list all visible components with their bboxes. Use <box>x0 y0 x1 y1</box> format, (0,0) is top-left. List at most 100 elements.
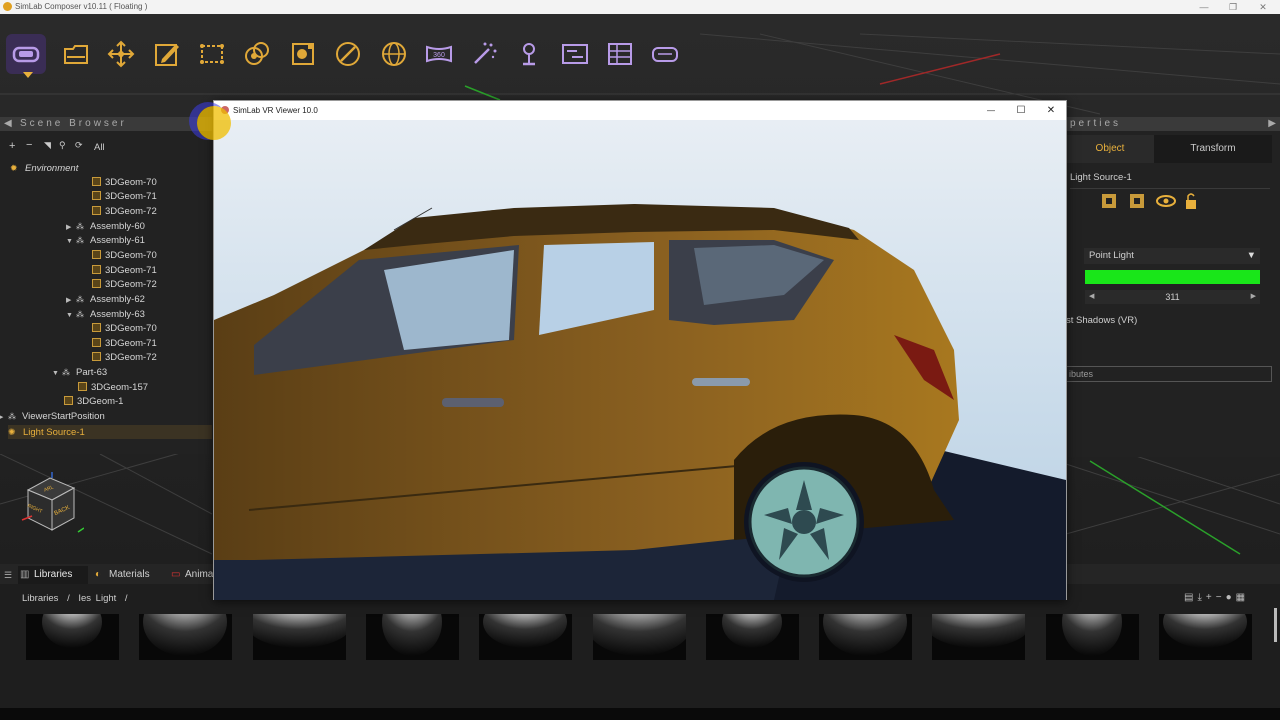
tab-libraries[interactable]: ▥ Libraries <box>18 566 88 584</box>
increase-arrow-icon[interactable]: ▶ <box>1251 290 1256 304</box>
tree-item[interactable]: ▶ ⁂ Assembly-62 <box>66 293 145 307</box>
breadcrumb-libraries[interactable]: Libraries <box>22 593 58 604</box>
intensity-value: 311 <box>1165 292 1180 302</box>
ies-light-thumbnail[interactable] <box>252 614 346 660</box>
maximize-button[interactable]: ❐ <box>1219 0 1247 14</box>
tree-item[interactable]: ▶ ⁂ ViewerStartPosition <box>0 410 105 424</box>
collapse-right-icon[interactable]: ▶ <box>1268 117 1276 131</box>
texture-button[interactable] <box>283 34 323 74</box>
collapse-left-icon[interactable]: ◀ <box>4 117 12 131</box>
timeline-button[interactable] <box>555 34 595 74</box>
expand-arrow-icon[interactable]: ▶ <box>0 411 8 425</box>
collapse-arrow-icon[interactable]: ▼ <box>66 235 76 249</box>
open-button[interactable] <box>56 34 96 74</box>
attributes-field[interactable]: ibutes <box>1066 366 1272 382</box>
tab-transform[interactable]: Transform <box>1154 135 1272 163</box>
tree-item[interactable]: 3DGeom-72 <box>92 278 157 292</box>
expand-arrow-icon[interactable]: ▶ <box>66 221 76 235</box>
library-scrollbar[interactable] <box>1274 608 1277 642</box>
ies-light-thumbnail[interactable] <box>479 614 573 660</box>
minimize-button[interactable]: — <box>1190 0 1218 14</box>
tree-item[interactable]: 3DGeom-70 <box>92 322 157 336</box>
ies-light-thumbnail[interactable] <box>365 614 459 660</box>
measure-button[interactable] <box>328 34 368 74</box>
download-icon[interactable]: ⤓ <box>1197 592 1205 603</box>
globe-button[interactable] <box>374 34 414 74</box>
tree-item-selected[interactable]: ✺ Light Source-1 <box>8 424 212 439</box>
tree-item[interactable]: ✹ Environment <box>10 161 78 175</box>
ies-light-thumbnail[interactable] <box>139 614 233 660</box>
tree-item[interactable]: ▶ ⁂ Assembly-60 <box>66 220 145 234</box>
vr-glasses-button[interactable] <box>645 34 685 74</box>
view-cube[interactable]: ARL RIGHT BACK <box>18 472 85 538</box>
tab-materials[interactable]: ◐ Materials <box>92 566 164 584</box>
expand-arrow-icon[interactable]: ▶ <box>66 294 76 308</box>
tree-item[interactable]: 3DGeom-70 <box>92 176 157 190</box>
tree-item[interactable]: 3DGeom-72 <box>92 351 157 365</box>
light-type-select[interactable]: Point Light ▼ <box>1084 248 1260 264</box>
tree-item[interactable]: ▼ ⁂ Part-63 <box>52 366 107 380</box>
select-region-button[interactable] <box>192 34 232 74</box>
ies-light-thumbnail[interactable] <box>1045 614 1139 660</box>
edit-button[interactable] <box>147 34 187 74</box>
light-color-swatch[interactable] <box>1085 270 1260 284</box>
main-toolbar: 360 <box>0 34 700 78</box>
tab-animations[interactable]: ▭ Anima <box>168 566 214 584</box>
ies-light-thumbnail[interactable] <box>932 614 1026 660</box>
vr-maximize-button[interactable]: ☐ <box>1014 101 1028 120</box>
lamp-button[interactable] <box>509 34 549 74</box>
vr-render-canvas[interactable] <box>214 120 1066 600</box>
vr-minimize-button[interactable]: — <box>984 101 998 120</box>
remove-icon[interactable]: − <box>26 139 32 151</box>
vr-viewer-window[interactable]: SimLab VR Viewer 10.0 — ☐ ✕ <box>213 100 1067 600</box>
grid-layout-icon <box>608 43 632 65</box>
tree-item[interactable]: ▼ ⁂ Assembly-61 <box>66 234 145 248</box>
ies-light-thumbnail[interactable] <box>26 614 119 660</box>
ies-light-thumbnail[interactable] <box>1159 614 1252 660</box>
tree-item[interactable]: 3DGeom-1 <box>64 395 123 409</box>
tree-item-label: Assembly-63 <box>90 308 145 320</box>
grid-view-icon[interactable]: ▦ <box>1236 592 1249 603</box>
panorama-360-button[interactable]: 360 <box>419 34 459 74</box>
ies-light-thumbnail[interactable] <box>592 614 686 660</box>
assembly-icon: ⁂ <box>76 221 84 231</box>
add-library-icon[interactable]: + <box>1206 592 1216 603</box>
grid-layout-button[interactable] <box>600 34 640 74</box>
vr-headset-button[interactable] <box>6 34 46 74</box>
decrease-arrow-icon[interactable]: ◀ <box>1089 290 1094 304</box>
close-button[interactable]: ✕ <box>1249 0 1277 14</box>
add-icon[interactable]: + <box>9 140 15 152</box>
effects-button[interactable] <box>464 34 504 74</box>
cast-shadows-label[interactable]: st Shadows (VR) <box>1066 315 1137 326</box>
object-name-field[interactable]: Light Source-1 <box>1070 172 1132 183</box>
move-button[interactable] <box>101 34 141 74</box>
tree-item[interactable]: 3DGeom-71 <box>92 190 157 204</box>
remove-library-icon[interactable]: − <box>1216 592 1226 603</box>
list-view-icon[interactable]: ▤ <box>1184 592 1197 603</box>
pick-icon[interactable]: ◥ <box>44 140 51 151</box>
collapse-arrow-icon[interactable]: ▼ <box>66 309 76 323</box>
breadcrumb-separator: / <box>67 593 70 604</box>
search-icon[interactable]: ⚲ <box>59 140 66 151</box>
tree-item[interactable]: ▼ ⁂ Assembly-63 <box>66 308 145 322</box>
breadcrumb-ies-light[interactable]: Ies Light <box>78 593 116 604</box>
properties-panel: perties ▶ Object Transform Light Source-1… <box>1066 117 1280 457</box>
tree-item[interactable]: 3DGeom-70 <box>92 249 157 263</box>
filter-select[interactable]: All <box>94 142 105 153</box>
app-title: SimLab Composer v10.11 ( Floating ) <box>15 2 148 11</box>
ies-light-thumbnail[interactable] <box>819 614 913 660</box>
library-actions: ▤⤓+−●▦ <box>1184 592 1249 603</box>
ies-light-thumbnail[interactable] <box>705 614 799 660</box>
library-menu-icon[interactable]: ☰ <box>4 566 12 584</box>
tab-object[interactable]: Object <box>1066 135 1154 163</box>
collapse-arrow-icon[interactable]: ▼ <box>52 367 62 381</box>
vr-close-button[interactable]: ✕ <box>1044 101 1058 120</box>
tree-item[interactable]: 3DGeom-72 <box>92 205 157 219</box>
record-icon[interactable]: ● <box>1226 592 1236 603</box>
tree-item[interactable]: 3DGeom-157 <box>78 381 148 395</box>
materials-button[interactable] <box>237 34 277 74</box>
refresh-icon[interactable]: ⟳ <box>75 140 83 151</box>
intensity-slider[interactable]: ◀ 311 ▶ <box>1085 290 1260 304</box>
tree-item[interactable]: 3DGeom-71 <box>92 337 157 351</box>
tree-item[interactable]: 3DGeom-71 <box>92 264 157 278</box>
